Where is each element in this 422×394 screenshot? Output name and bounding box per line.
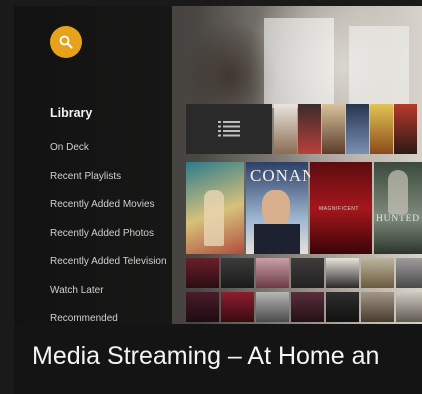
thumbnail[interactable] [394,104,417,154]
thumbnail[interactable] [186,292,219,322]
thumbnail[interactable] [256,258,289,288]
sidebar-item-on-deck[interactable]: On Deck [50,134,167,163]
thumbnail-grid-row [186,292,422,322]
thumbnail[interactable] [186,258,219,288]
poster-conan[interactable]: CONAN [246,162,314,254]
caption-text: Media Streaming – At Home an [32,342,380,370]
thumbnail[interactable] [274,104,297,154]
caption-bar: Media Streaming – At Home an [14,324,422,394]
thumbnail[interactable] [322,104,345,154]
sidebar-menu: On Deck Recent Playlists Recently Added … [50,134,167,334]
thumbnail[interactable] [298,104,321,154]
thumbnail-grid-row [186,258,422,288]
list-view-tile[interactable] [186,104,272,154]
thumbnail[interactable] [396,258,422,288]
poster-title: CONAN [250,166,316,185]
poster-figure [204,190,224,246]
poster-hunted[interactable]: HUNTED [374,162,422,254]
search-icon [59,35,73,49]
thumbnail[interactable] [221,258,254,288]
caption-clip: Media Streaming – At Home an [14,324,422,394]
thumbnail[interactable] [370,104,393,154]
thumbnail[interactable] [361,292,394,322]
thumbnail[interactable] [346,104,369,154]
thumbnail[interactable] [396,292,422,322]
thumbnail[interactable] [256,292,289,322]
recent-thumbnails-row [274,104,422,154]
background-window [264,18,334,108]
list-icon [218,121,240,137]
screenshot-frame: CONAN MAGNIFICENT HUNTED Library On Deck… [0,0,422,394]
poster[interactable]: MAGNIFICENT [310,162,372,254]
poster-text: MAGNIFICENT [319,206,359,212]
sidebar: Library On Deck Recent Playlists Recentl… [14,6,172,324]
thumbnail[interactable] [221,292,254,322]
thumbnail[interactable] [326,292,359,322]
sidebar-item-recently-added-photos[interactable]: Recently Added Photos [50,220,167,249]
thumbnail[interactable] [291,258,324,288]
background-window [349,26,409,106]
sidebar-item-recently-added-movies[interactable]: Recently Added Movies [50,191,167,220]
poster[interactable] [186,162,244,254]
thumbnail[interactable] [361,258,394,288]
sidebar-title: Library [50,106,93,120]
sidebar-item-recent-playlists[interactable]: Recent Playlists [50,163,167,192]
poster-figure [388,170,408,214]
search-button[interactable] [50,26,82,58]
poster-row: CONAN MAGNIFICENT HUNTED [186,162,422,254]
thumbnail[interactable] [326,258,359,288]
poster-face [262,190,290,226]
sidebar-item-recently-added-television[interactable]: Recently Added Television [50,248,167,277]
thumbnail[interactable] [291,292,324,322]
poster-suit [254,224,300,254]
poster-title: HUNTED [376,214,420,224]
sidebar-item-watch-later[interactable]: Watch Later [50,277,167,306]
